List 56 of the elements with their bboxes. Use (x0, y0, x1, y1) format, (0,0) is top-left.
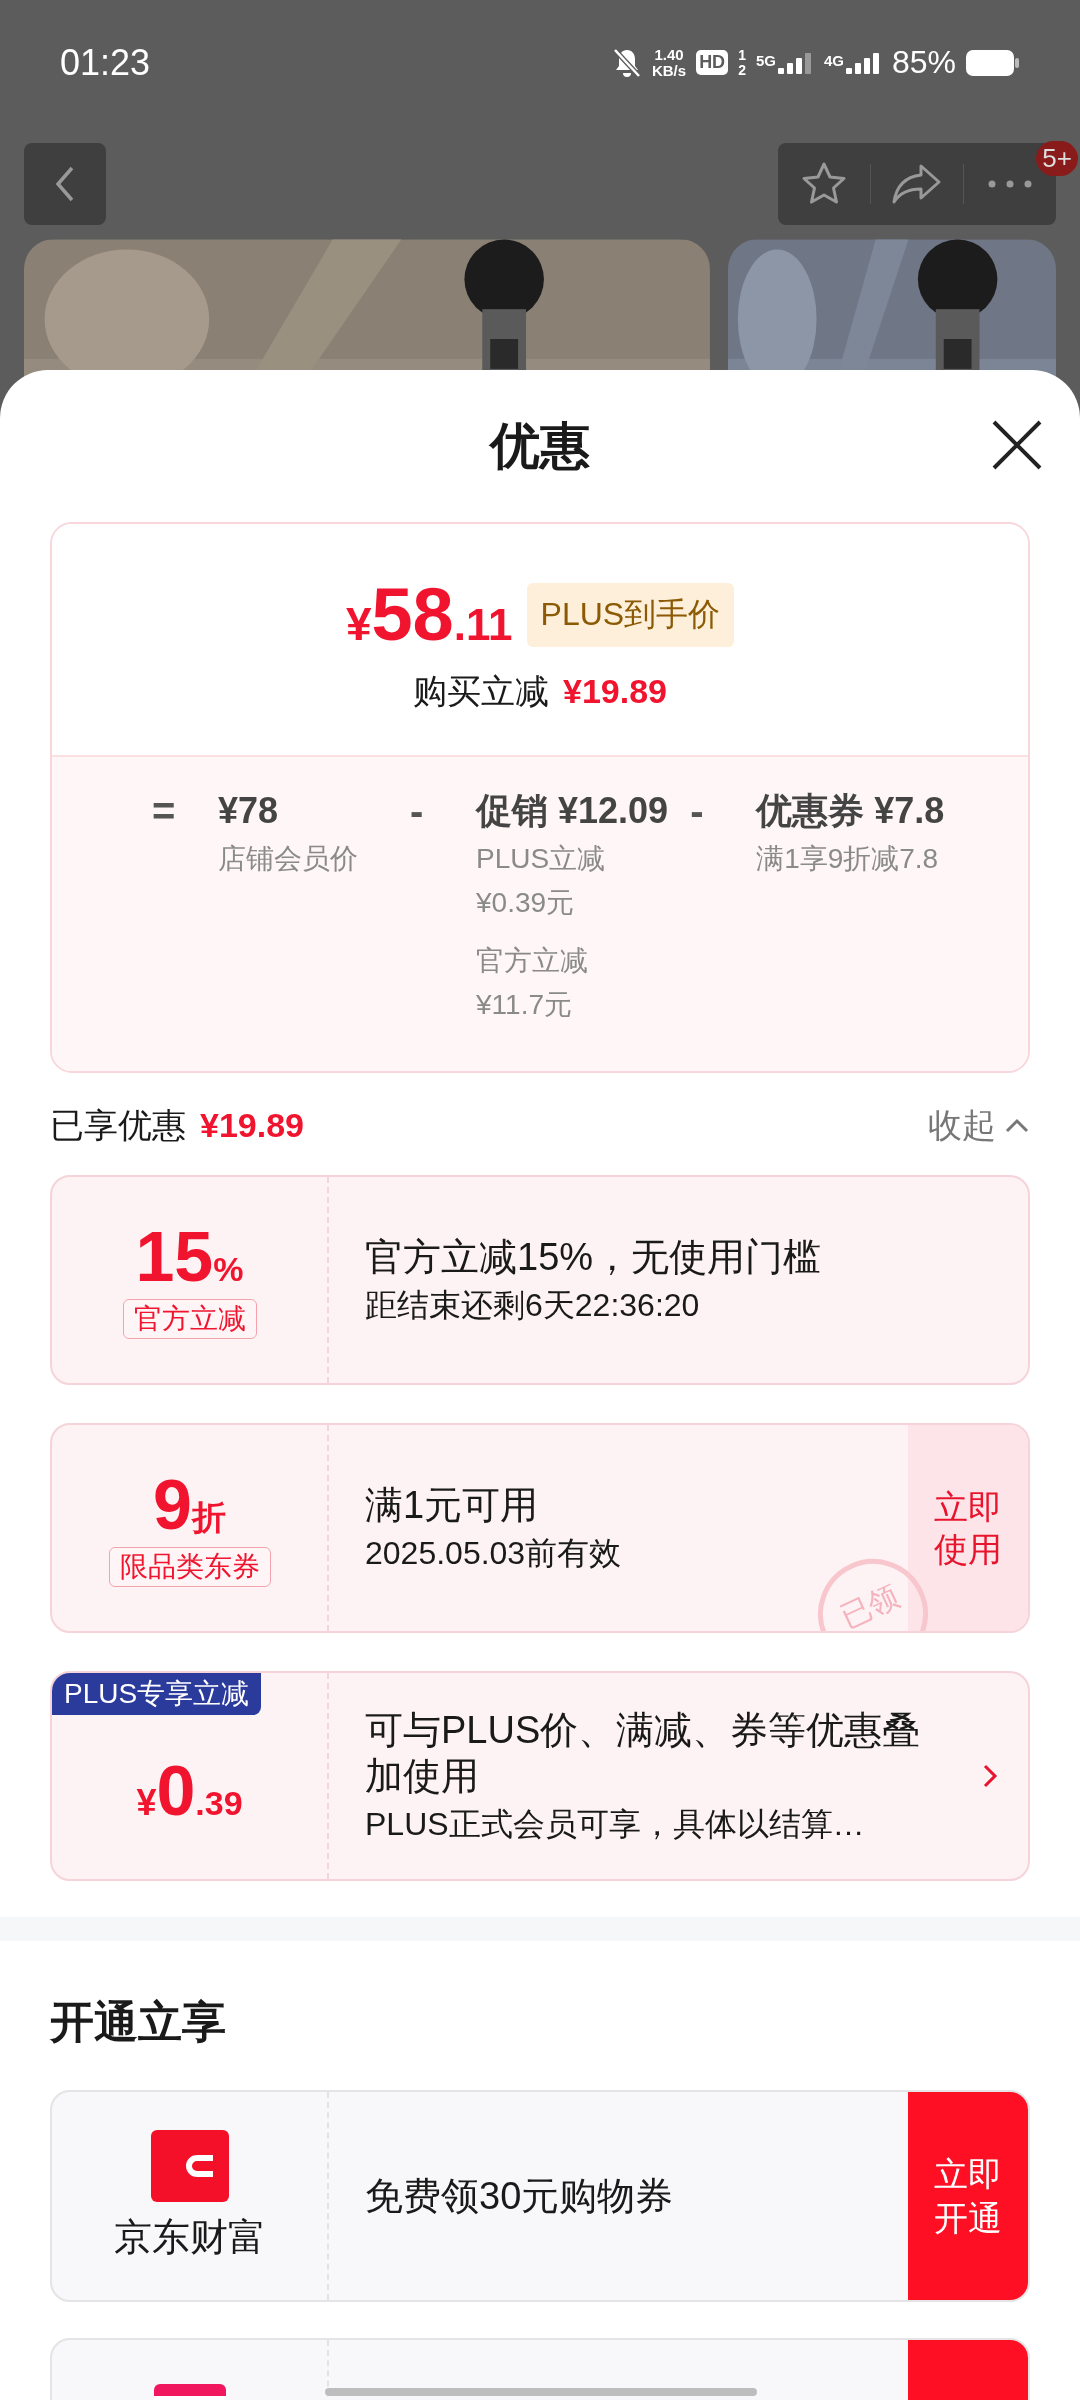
coupon-value: ¥0.39 (136, 1755, 243, 1827)
operator-sign: - (690, 789, 705, 835)
coupon-subtitle: 2025.05.03前有效 (365, 1534, 623, 1573)
network-type: 4G (823, 51, 844, 69)
net-speed: 1.40 (654, 46, 684, 63)
coupon-value: 15% (135, 1221, 244, 1293)
coupon-value: 9折 (153, 1469, 226, 1541)
breakdown-value: ¥78 (218, 789, 280, 833)
net-speed-unit: KB/s (651, 62, 687, 79)
final-price: ¥58.11 (345, 572, 513, 657)
coupon-subtitle: 距结束还剩6天22:36:20 (365, 1286, 701, 1325)
saving-amount: ¥19.89 (563, 672, 667, 711)
coupon-tag: 限品类东券 (108, 1547, 271, 1587)
coupon-subtitle: PLUS正式会员可享，具体以结算… (365, 1805, 866, 1844)
operator-sign: - (410, 789, 425, 835)
use-button[interactable]: 立即使用 (908, 1425, 1028, 1631)
section-title: 开通立享 (49, 1996, 227, 2048)
breakdown-note: ¥0.39元 (476, 886, 576, 920)
coupon-title: 可与PLUS价、满减、券等优惠叠加使用 (365, 1708, 922, 1799)
enjoyed-amount: ¥19.89 (200, 1106, 304, 1145)
battery-percent: 85% (891, 44, 956, 81)
more-icon (986, 179, 1034, 189)
sim-slot: 2 (738, 62, 746, 78)
price-tag: PLUS到手价 (526, 582, 735, 647)
enjoyed-label: 已享优惠 (50, 1105, 186, 1146)
breakdown-note: PLUS立减 (476, 842, 607, 876)
sheet-title: 优惠 (490, 416, 590, 476)
collapse-toggle[interactable]: 收起 (928, 1103, 1030, 1149)
signal-icon (777, 51, 814, 74)
breakdown-note: 店铺会员价 (218, 842, 359, 876)
breakdown-note: 官方立减 (476, 944, 589, 978)
status-time: 01:23 (60, 41, 151, 84)
battery-icon (966, 49, 1020, 76)
notification-badge: 5+ (1036, 141, 1078, 176)
coupon-title: 官方立减15%，无使用门槛 (365, 1235, 823, 1280)
coupon-title: 满1元可用 (365, 1483, 540, 1528)
open-button[interactable]: 立即开通 (908, 2092, 1028, 2300)
coupon-tag: 官方立减 (122, 1299, 257, 1339)
breakdown-value: 促销 ¥12.09 (476, 789, 669, 833)
hd-label: HD (696, 50, 729, 75)
coupon-ribbon: PLUS专享立减 (52, 1673, 262, 1715)
saving-label: 购买立减 (413, 671, 549, 712)
offer-text: 免费领30元购物券 (365, 2173, 674, 2219)
breakdown-note: ¥11.7元 (476, 988, 573, 1022)
signal-icon (845, 51, 882, 74)
caret-icon (1004, 1118, 1030, 1134)
bell-muted-icon (611, 46, 642, 79)
back-button[interactable] (24, 143, 106, 225)
breakdown-value: 优惠券 ¥7.8 (756, 789, 945, 833)
chevron-right-icon[interactable] (982, 1763, 998, 1789)
operator-sign: = (152, 789, 177, 835)
share-icon (891, 162, 943, 206)
network-type: 5G (755, 51, 776, 69)
breakdown-note: 满1享9折减7.8 (756, 842, 940, 876)
sim-slot: 1 (738, 47, 746, 63)
offer-name: 京东财富 (113, 2214, 266, 2260)
